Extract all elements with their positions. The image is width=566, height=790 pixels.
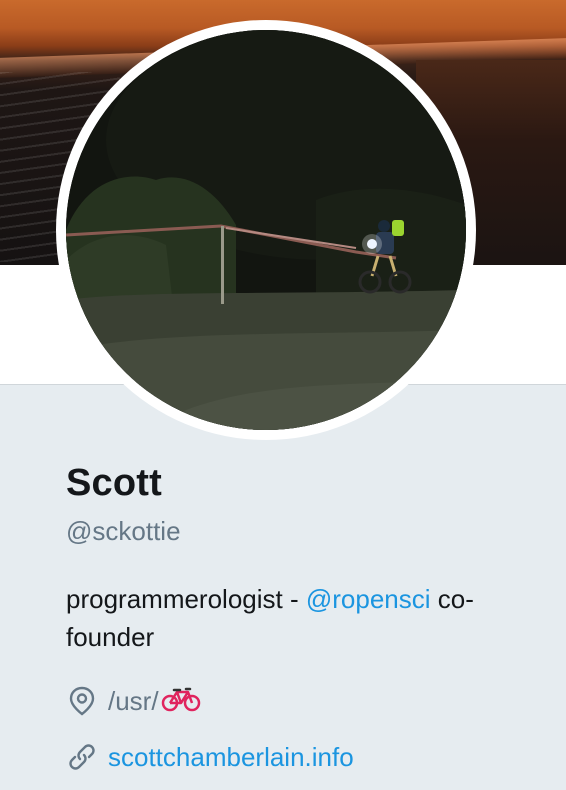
profile-name[interactable]: Scott	[66, 462, 162, 505]
location-text: /usr/	[108, 685, 159, 716]
profile-bio: programmerologist - @ropensci co-founder	[66, 580, 536, 656]
website-link[interactable]: scottchamberlain.info	[108, 742, 354, 773]
profile-location: /usr/	[66, 684, 201, 718]
profile-website[interactable]: scottchamberlain.info	[66, 740, 354, 774]
profile-handle[interactable]: @sckottie	[66, 516, 181, 547]
avatar[interactable]	[66, 30, 466, 430]
bicycle-icon	[161, 686, 201, 717]
bio-text: programmerologist -	[66, 584, 306, 614]
bio-mention-link[interactable]: @ropensci	[306, 584, 431, 614]
location-pin-icon	[66, 685, 98, 717]
avatar-frame[interactable]	[56, 20, 476, 440]
link-icon	[66, 741, 98, 773]
avatar-photo	[66, 30, 466, 430]
